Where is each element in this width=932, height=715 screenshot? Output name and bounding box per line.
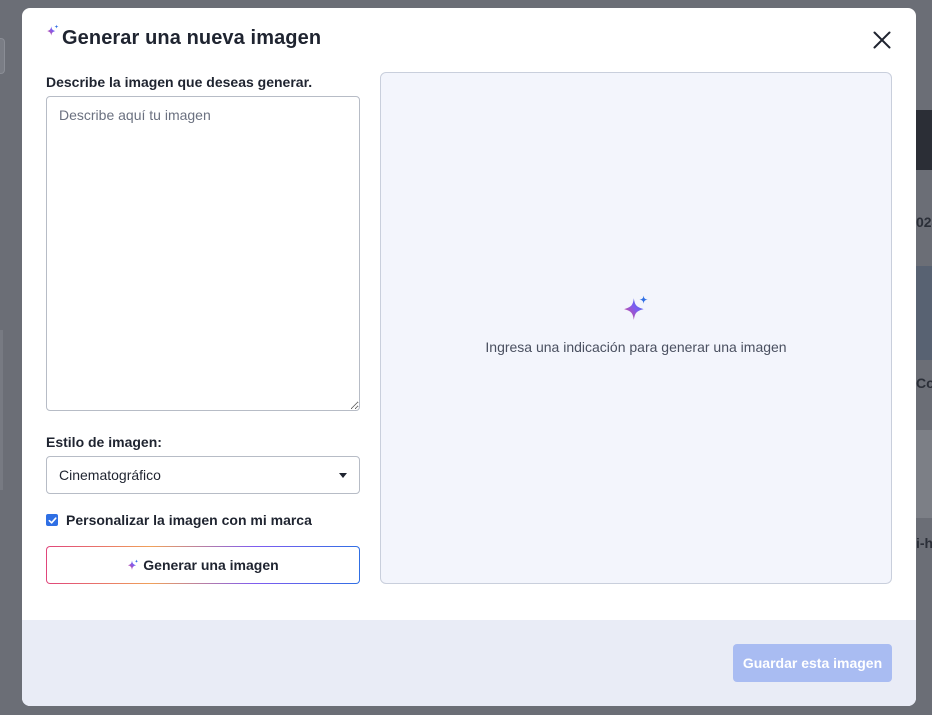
style-selected-value: Cinematográfico [59, 467, 161, 483]
prompt-label: Describe la imagen que deseas generar. [46, 74, 313, 90]
background-text: 024 [916, 214, 932, 230]
dialog-header: Generar una nueva imagen [46, 24, 321, 50]
background-text: i-h [916, 535, 932, 551]
save-image-button[interactable]: Guardar esta imagen [733, 644, 892, 682]
brand-checkbox-label: Personalizar la imagen con mi marca [66, 512, 312, 528]
background-thumbnail [916, 110, 932, 170]
close-icon [873, 31, 891, 49]
sparkle-icon [128, 559, 139, 570]
background-text: Co [916, 375, 932, 391]
sparkle-icon [47, 24, 59, 36]
image-preview-panel: Ingresa una indicación para generar una … [380, 72, 892, 584]
brand-checkbox-row: Personalizar la imagen con mi marca [46, 512, 312, 528]
background-panel-edge [0, 330, 3, 490]
background-thumbnail [916, 266, 932, 360]
generate-image-dialog: Generar una nueva imagen Describe la ima… [22, 8, 916, 706]
background-input-edge [0, 38, 5, 74]
generate-image-button[interactable]: Generar una imagen [46, 546, 360, 584]
style-select[interactable]: Cinematográfico [46, 456, 360, 494]
dialog-footer: Guardar esta imagen [22, 620, 916, 706]
dialog-title: Generar una nueva imagen [62, 27, 322, 49]
preview-hint: Ingresa una indicación para generar una … [485, 339, 787, 355]
background-thumbnail [916, 430, 932, 518]
checkmark-icon [48, 516, 57, 524]
sparkle-icon [624, 295, 648, 320]
generate-button-label: Generar una imagen [143, 557, 279, 573]
brand-checkbox[interactable] [46, 514, 58, 526]
close-button[interactable] [870, 28, 894, 52]
prompt-textarea[interactable] [46, 96, 360, 411]
style-label: Estilo de imagen: [46, 434, 162, 450]
caret-down-icon [339, 473, 347, 478]
